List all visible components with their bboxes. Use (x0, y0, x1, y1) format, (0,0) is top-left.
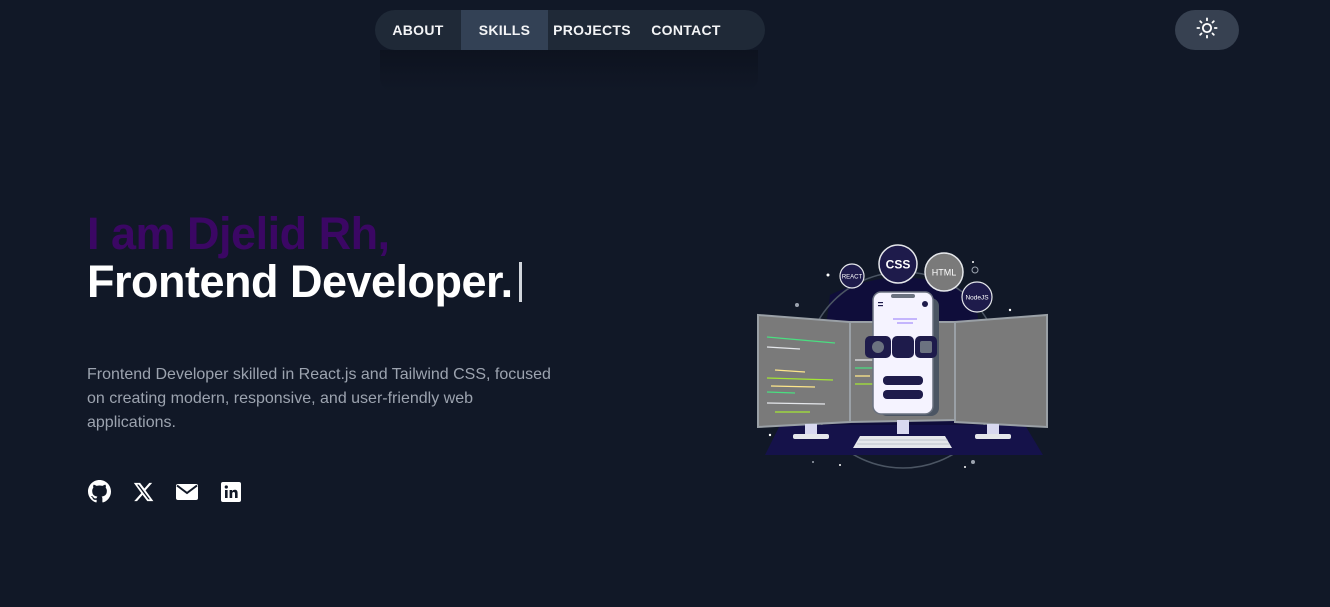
badge-react: REACT (842, 275, 863, 281)
badge-html: HTML (932, 268, 957, 278)
nav-item-projects[interactable]: PROJECTS (548, 10, 636, 50)
theme-toggle-button[interactable] (1175, 10, 1239, 50)
nav-shadow (380, 50, 758, 92)
nav-item-about[interactable]: ABOUT (375, 10, 461, 50)
linkedin-icon (221, 481, 241, 507)
hero-role: Frontend Developer. (87, 256, 522, 308)
main-nav: ABOUT SKILLS PROJECTS CONTACT (375, 10, 765, 50)
hero-description: Frontend Developer skilled in React.js a… (87, 366, 551, 431)
page: ABOUT SKILLS PROJECTS CONTACT I am Djeli… (0, 0, 1330, 607)
linkedin-link[interactable] (219, 481, 243, 507)
github-link[interactable] (87, 480, 111, 508)
nav-item-contact[interactable]: CONTACT (636, 10, 736, 50)
typing-cursor (518, 262, 522, 302)
github-icon (87, 480, 111, 508)
sun-icon (1196, 16, 1218, 44)
developer-illustration: REACT CSS HTML NodeJS (755, 240, 1050, 472)
badge-nodejs: NodeJS (965, 295, 989, 302)
social-links (87, 480, 243, 508)
nav-item-skills[interactable]: SKILLS (461, 10, 548, 50)
mail-icon (176, 483, 198, 506)
hero-greeting: I am Djelid Rh, (87, 208, 390, 259)
email-link[interactable] (175, 482, 199, 506)
x-link[interactable] (131, 482, 155, 506)
x-icon (132, 481, 154, 508)
badge-css: CSS (886, 258, 911, 272)
hero-role-text: Frontend Developer. (87, 256, 513, 307)
